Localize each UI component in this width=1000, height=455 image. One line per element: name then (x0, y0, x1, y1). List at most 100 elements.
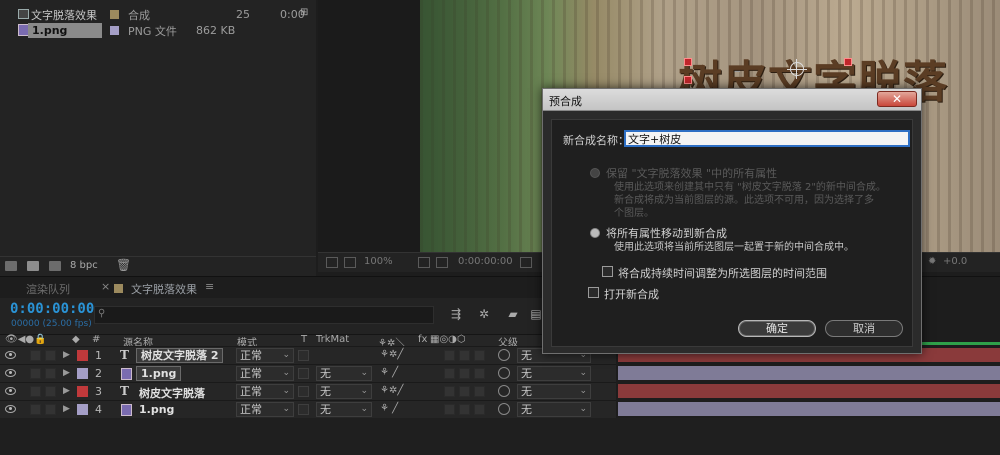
project-item-comp[interactable]: 文字脱落效果 合成 25 0:00 ⊞ (0, 6, 316, 23)
preserve-transparency-checkbox[interactable] (298, 350, 309, 361)
layer-switches-icon[interactable]: ⚘ ╱ (380, 367, 398, 378)
project-footer: 8 bpc 🗑 (0, 256, 316, 274)
eye-icon[interactable] (5, 405, 16, 413)
new-folder-icon[interactable] (27, 261, 39, 271)
dialog-titlebar[interactable]: 预合成 ✕ (543, 89, 921, 111)
label-swatch[interactable] (110, 26, 119, 35)
bit-depth-button[interactable]: 8 bpc (70, 260, 98, 271)
blend-mode-dropdown[interactable]: 正常 ⌄ (236, 366, 294, 381)
ok-button[interactable]: 确定 (738, 320, 816, 337)
preserve-transparency-checkbox[interactable] (298, 404, 309, 415)
draft-3d-icon[interactable]: ✲ (476, 307, 492, 321)
layer-label-color[interactable] (77, 386, 88, 397)
chevron-down-icon: ⌄ (282, 368, 290, 378)
bounding-handle[interactable] (844, 58, 852, 66)
interpret-footage-icon[interactable] (5, 261, 17, 271)
current-time-display[interactable]: 0:00:00:00 (10, 301, 94, 317)
av-switches-icon[interactable]: 👁◀●🔒 (5, 334, 47, 345)
parent-pickwhip-icon[interactable] (498, 349, 510, 361)
shy-layers-icon[interactable]: ▰ (505, 307, 521, 321)
label-column-icon[interactable]: ◆ (72, 334, 80, 345)
project-item-png[interactable]: 1.png PNG 文件 862 KB (0, 22, 316, 39)
expand-triangle-icon[interactable]: ▶ (63, 386, 70, 396)
parent-pickwhip-icon[interactable] (498, 385, 510, 397)
trkmat-dropdown[interactable]: 无 ⌄ (316, 366, 372, 381)
zoom-dropdown[interactable]: 100% (364, 256, 393, 267)
layer-name[interactable]: 1.png (139, 403, 174, 416)
blend-mode-dropdown[interactable]: 正常 ⌄ (236, 348, 294, 363)
expand-triangle-icon[interactable]: ▶ (63, 404, 70, 414)
bounding-handle[interactable] (684, 58, 692, 66)
close-button[interactable]: ✕ (877, 91, 917, 107)
close-icon[interactable]: × (101, 280, 110, 293)
new-comp-name-input[interactable] (624, 130, 910, 147)
blend-mode-dropdown[interactable]: 正常 ⌄ (236, 384, 294, 399)
layer-row[interactable]: ▶ 3 T 树皮文字脱落 正常 ⌄ 无 ⌄ ⚘✲╱ 无 ⌄ (0, 382, 616, 400)
snapshot-icon[interactable] (520, 257, 532, 268)
layer-name[interactable]: 树皮文字脱落 2 (136, 348, 224, 363)
parent-pickwhip-icon[interactable] (498, 367, 510, 379)
tab-render-queue[interactable]: 渲染队列 (26, 281, 70, 297)
layer-label-color[interactable] (77, 368, 88, 379)
search-icon: ⚲ (98, 308, 106, 319)
expand-triangle-icon[interactable]: ▶ (63, 350, 70, 360)
layer-switches-icon[interactable]: ⚘ ╱ (380, 403, 398, 414)
label-swatch[interactable] (110, 10, 119, 19)
layer-duration-bar[interactable] (618, 402, 1000, 416)
new-comp-icon[interactable] (49, 261, 61, 271)
layer-row[interactable]: ▶ 4 1.png 正常 ⌄ 无 ⌄ ⚘ ╱ 无 ⌄ (0, 400, 616, 418)
anchor-point-icon[interactable] (787, 59, 807, 79)
layer-row[interactable]: ▶ 1 T 树皮文字脱落 2 正常 ⌄ ⚘✲╱ 无 ⌄ (0, 346, 616, 364)
chevron-down-icon: ⌄ (579, 404, 587, 414)
adjust-duration-checkbox[interactable] (602, 266, 613, 277)
layer-label-color[interactable] (77, 404, 88, 415)
parent-dropdown[interactable]: 无 ⌄ (517, 384, 591, 399)
preserve-transparency-checkbox[interactable] (298, 368, 309, 379)
preserve-transparency-checkbox[interactable] (298, 386, 309, 397)
eye-icon[interactable] (5, 369, 16, 377)
option-move-attributes-label[interactable]: 将所有属性移动到新合成 (606, 225, 727, 241)
eye-icon[interactable] (5, 387, 16, 395)
blend-mode-dropdown[interactable]: 正常 ⌄ (236, 402, 294, 417)
layer-switches-icon[interactable]: ⚘✲╱ (380, 385, 403, 396)
always-preview-icon[interactable] (326, 257, 338, 268)
cancel-button[interactable]: 取消 (825, 320, 903, 337)
layer-label-color[interactable] (77, 350, 88, 361)
bounding-handle[interactable] (684, 76, 692, 84)
dialog-title: 预合成 (549, 95, 582, 108)
mask-icon[interactable] (436, 257, 448, 268)
layer-search-input[interactable]: ⚲ (94, 306, 434, 324)
column-trkmat[interactable]: TrkMat (316, 334, 349, 345)
open-new-comp-label[interactable]: 打开新合成 (604, 286, 659, 302)
parent-dropdown[interactable]: 无 ⌄ (517, 366, 591, 381)
parent-dropdown[interactable]: 无 ⌄ (517, 402, 591, 417)
adjust-duration-label[interactable]: 将合成持续时间调整为所选图层的时间范围 (618, 265, 827, 281)
radio-move-attributes[interactable] (590, 228, 600, 238)
layer-name[interactable]: 1.png (136, 366, 182, 381)
sun-icon[interactable]: ✹ (928, 256, 936, 267)
menu-icon[interactable]: ≡ (205, 280, 214, 293)
viewer-timecode[interactable]: 0:00:00:00 (458, 256, 513, 267)
monitor-icon[interactable] (344, 257, 356, 268)
layer-name[interactable]: 树皮文字脱落 (139, 385, 205, 401)
open-new-comp-checkbox[interactable] (588, 287, 599, 298)
comp-mini-flowchart-icon[interactable]: ⇶ (448, 307, 464, 321)
layer-duration-bar[interactable] (618, 384, 1000, 398)
eye-icon[interactable] (5, 351, 16, 359)
trkmat-dropdown[interactable]: 无 ⌄ (316, 384, 372, 399)
tab-composition[interactable]: 文字脱落效果 (131, 281, 197, 297)
layer-row[interactable]: ▶ 2 1.png 正常 ⌄ 无 ⌄ ⚘ ╱ 无 ⌄ (0, 364, 616, 382)
exposure-value[interactable]: +0.0 (943, 256, 967, 267)
flowchart-icon[interactable]: ⊞ (300, 7, 308, 18)
grid-icon[interactable] (418, 257, 430, 268)
png-file-icon (121, 368, 132, 380)
trkmat-dropdown[interactable]: 无 ⌄ (316, 402, 372, 417)
parent-pickwhip-icon[interactable] (498, 403, 510, 415)
layer-switches-icon[interactable]: ⚘✲╱ (380, 349, 403, 360)
project-item-name: 1.png (28, 23, 102, 38)
layer-duration-bar[interactable] (618, 366, 1000, 380)
switches-icon[interactable]: ▦◎◑⬡ (430, 334, 466, 345)
trash-icon[interactable]: 🗑 (116, 258, 131, 272)
expand-triangle-icon[interactable]: ▶ (63, 368, 70, 378)
layer-number: 4 (95, 403, 102, 416)
